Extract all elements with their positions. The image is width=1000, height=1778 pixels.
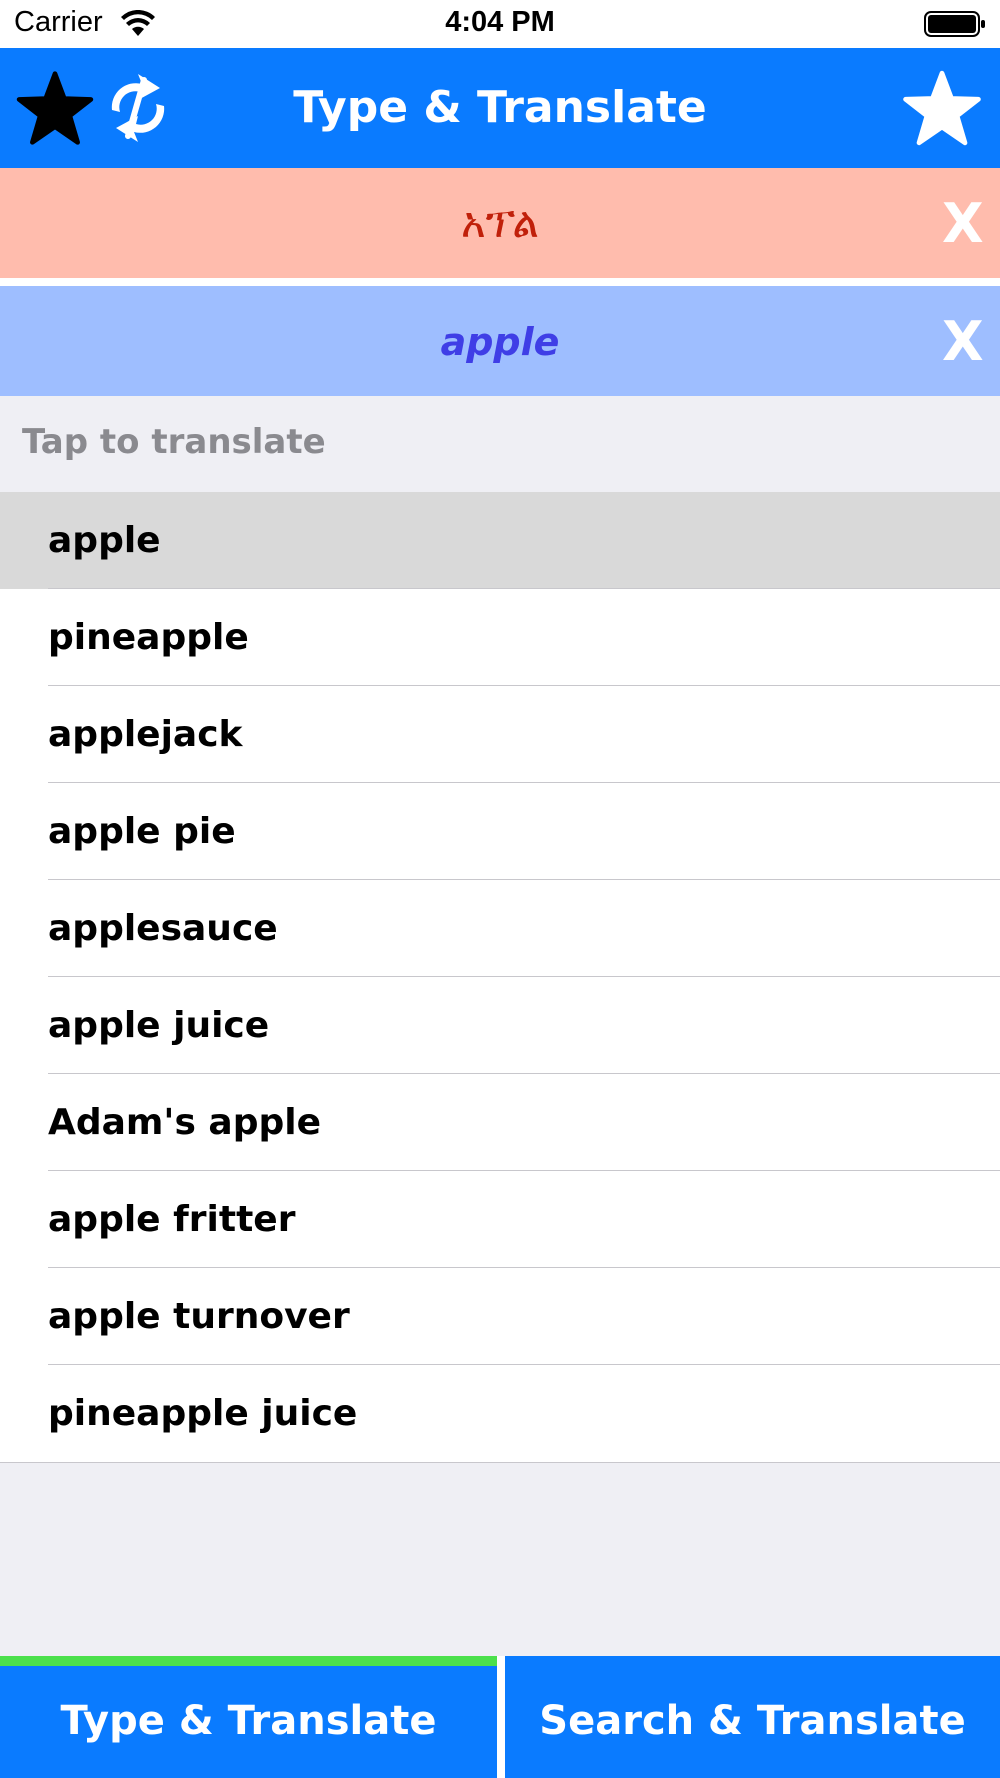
clear-target-button[interactable]: X [942, 310, 984, 373]
list-item[interactable]: apple [0, 492, 1000, 589]
list-item[interactable]: applejack [0, 686, 1000, 783]
section-header: Tap to translate [22, 422, 326, 462]
list-item-label: apple turnover [48, 1296, 350, 1337]
list-item-label: apple pie [48, 811, 236, 852]
source-text: አፕል [460, 198, 540, 247]
suggestions-area: Tap to translate apple pineapple appleja… [0, 396, 1000, 1656]
source-text-panel[interactable]: አፕል X [0, 168, 1000, 278]
list-item[interactable]: pineapple juice [0, 1365, 1000, 1462]
list-item-label: apple fritter [48, 1199, 296, 1240]
status-time: 4:04 PM [445, 6, 555, 38]
target-text: apple [440, 320, 560, 364]
list-item-label: pineapple [48, 617, 249, 658]
list-item[interactable]: apple pie [0, 783, 1000, 880]
list-item-label: applesauce [48, 908, 278, 949]
list-item[interactable]: apple juice [0, 977, 1000, 1074]
tab-label: Type & Translate [60, 1698, 437, 1744]
favorite-star-icon[interactable] [902, 70, 982, 146]
list-item-label: applejack [48, 714, 243, 755]
tab-type-translate[interactable]: Type & Translate [0, 1656, 497, 1778]
active-tab-indicator [0, 1656, 497, 1666]
target-text-panel[interactable]: apple X [0, 286, 1000, 396]
clear-source-button[interactable]: X [942, 192, 984, 255]
tab-bar: Type & Translate Search & Translate [0, 1656, 1000, 1778]
list-item[interactable]: applesauce [0, 880, 1000, 977]
nav-bar: Type & Translate [0, 48, 1000, 168]
page-title: Type & Translate [293, 82, 707, 133]
battery-icon [924, 11, 985, 37]
list-item[interactable]: apple turnover [0, 1268, 1000, 1365]
list-item[interactable]: Adam's apple [0, 1074, 1000, 1171]
tab-label: Search & Translate [539, 1698, 966, 1744]
list-item-label: Adam's apple [48, 1102, 322, 1143]
suggestion-list: apple pineapple applejack apple pie appl… [0, 492, 1000, 1463]
list-item-label: apple juice [48, 1005, 270, 1046]
status-bar: Carrier 4:04 PM [0, 0, 1000, 48]
list-item-label: apple [48, 520, 161, 561]
list-item[interactable]: pineapple [0, 589, 1000, 686]
list-item[interactable]: apple fritter [0, 1171, 1000, 1268]
list-item-label: pineapple juice [48, 1393, 358, 1434]
tab-search-translate[interactable]: Search & Translate [505, 1656, 1000, 1778]
